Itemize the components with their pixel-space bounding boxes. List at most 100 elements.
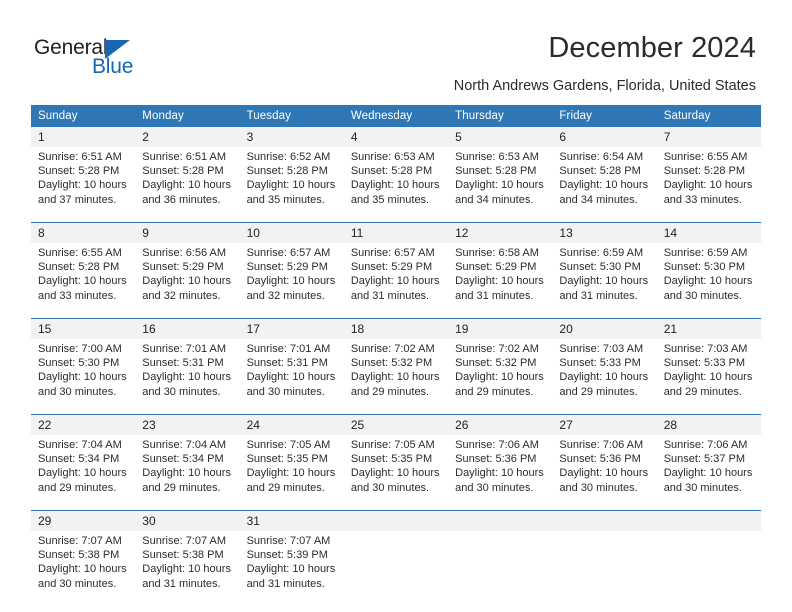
sunset-text: Sunset: 5:29 PM [142, 261, 224, 274]
weekday-header-saturday: Saturday [656, 105, 761, 127]
day-number[interactable]: 24 [239, 414, 344, 435]
sunrise-text: Sunrise: 6:57 AM [246, 247, 331, 259]
day-cell[interactable]: Sunrise: 7:06 AM Sunset: 5:37 PM Dayligh… [656, 435, 761, 511]
day-number[interactable]: 14 [656, 222, 761, 243]
day-number[interactable]: 22 [31, 414, 136, 435]
page-title: December 2024 [548, 32, 756, 64]
day-number[interactable]: 2 [135, 127, 240, 147]
day-cell[interactable]: Sunrise: 6:51 AM Sunset: 5:28 PM Dayligh… [31, 147, 136, 223]
day-cell[interactable]: Sunrise: 6:57 AM Sunset: 5:29 PM Dayligh… [239, 243, 344, 319]
sunset-text: Sunset: 5:34 PM [142, 453, 224, 466]
week-date-row: 15 16 17 18 19 20 21 [31, 318, 761, 339]
sunset-text: Sunset: 5:30 PM [559, 261, 641, 274]
day-cell[interactable]: Sunrise: 7:00 AM Sunset: 5:30 PM Dayligh… [31, 339, 136, 415]
day-cell[interactable]: Sunrise: 6:53 AM Sunset: 5:28 PM Dayligh… [343, 147, 449, 223]
week-info-row: Sunrise: 6:51 AM Sunset: 5:28 PM Dayligh… [31, 147, 761, 223]
day-number[interactable]: 18 [343, 318, 449, 339]
weekday-header-monday: Monday [135, 105, 240, 127]
day-cell[interactable]: Sunrise: 6:52 AM Sunset: 5:28 PM Dayligh… [239, 147, 344, 223]
weekday-header-sunday: Sunday [31, 105, 136, 127]
sunrise-text: Sunrise: 6:55 AM [38, 247, 122, 259]
day-cell[interactable]: Sunrise: 7:03 AM Sunset: 5:33 PM Dayligh… [552, 339, 657, 415]
sunrise-text: Sunrise: 7:01 AM [142, 343, 227, 355]
day-number[interactable]: 13 [552, 222, 657, 243]
day-number[interactable]: 16 [135, 318, 240, 339]
day-number[interactable]: 17 [239, 318, 344, 339]
day-number[interactable]: 4 [343, 127, 449, 147]
day-cell[interactable]: Sunrise: 7:02 AM Sunset: 5:32 PM Dayligh… [448, 339, 553, 415]
day-cell[interactable]: Sunrise: 6:55 AM Sunset: 5:28 PM Dayligh… [31, 243, 136, 319]
sunset-text: Sunset: 5:31 PM [142, 357, 224, 370]
day-number[interactable]: 3 [239, 127, 344, 147]
day-number[interactable]: 29 [31, 510, 136, 531]
day-number[interactable]: 11 [343, 222, 449, 243]
daylight-text: Daylight: 10 hours [246, 179, 336, 192]
day-cell[interactable]: Sunrise: 7:06 AM Sunset: 5:36 PM Dayligh… [552, 435, 657, 511]
day-number[interactable]: 15 [31, 318, 136, 339]
sunset-text: Sunset: 5:37 PM [663, 453, 746, 466]
daylight-text: Daylight: 10 hours [455, 371, 544, 384]
day-number[interactable]: 7 [656, 127, 761, 147]
day-cell[interactable]: Sunrise: 6:55 AM Sunset: 5:28 PM Dayligh… [656, 147, 761, 223]
day-number[interactable]: 8 [31, 222, 136, 243]
sunset-text: Sunset: 5:35 PM [350, 453, 433, 466]
daylight-text-cont: and 31 minutes. [142, 577, 221, 590]
generalblue-logo[interactable]: General Blue [34, 36, 234, 84]
day-cell[interactable]: Sunrise: 7:02 AM Sunset: 5:32 PM Dayligh… [343, 339, 449, 415]
day-cell[interactable]: Sunrise: 7:01 AM Sunset: 5:31 PM Dayligh… [239, 339, 344, 415]
day-number[interactable]: 5 [448, 127, 553, 147]
daylight-text: Daylight: 10 hours [559, 467, 649, 480]
week-info-row: Sunrise: 7:07 AM Sunset: 5:38 PM Dayligh… [31, 531, 761, 606]
day-cell[interactable]: Sunrise: 7:03 AM Sunset: 5:33 PM Dayligh… [656, 339, 761, 415]
sunset-text: Sunset: 5:33 PM [663, 357, 746, 370]
day-cell[interactable]: Sunrise: 6:58 AM Sunset: 5:29 PM Dayligh… [448, 243, 553, 319]
day-cell[interactable]: Sunrise: 7:05 AM Sunset: 5:35 PM Dayligh… [239, 435, 344, 511]
daylight-text: Daylight: 10 hours [38, 371, 127, 384]
day-cell[interactable]: Sunrise: 7:04 AM Sunset: 5:34 PM Dayligh… [31, 435, 136, 511]
day-number[interactable]: 26 [448, 414, 553, 435]
day-number[interactable]: 27 [552, 414, 657, 435]
sunrise-text: Sunrise: 7:06 AM [455, 439, 539, 451]
day-cell[interactable]: Sunrise: 7:01 AM Sunset: 5:31 PM Dayligh… [135, 339, 240, 415]
day-number[interactable]: 1 [31, 127, 136, 147]
day-cell[interactable]: Sunrise: 7:04 AM Sunset: 5:34 PM Dayligh… [135, 435, 240, 511]
day-number[interactable]: 19 [448, 318, 553, 339]
daylight-text-cont: and 32 minutes. [142, 289, 221, 302]
day-number[interactable]: 12 [448, 222, 553, 243]
day-cell[interactable]: Sunrise: 6:59 AM Sunset: 5:30 PM Dayligh… [656, 243, 761, 319]
daylight-text: Daylight: 10 hours [246, 563, 336, 576]
day-number[interactable]: 30 [135, 510, 240, 531]
day-number[interactable]: 10 [239, 222, 344, 243]
daylight-text: Daylight: 10 hours [559, 371, 649, 384]
daylight-text-cont: and 31 minutes. [246, 577, 325, 590]
day-number[interactable]: 31 [239, 510, 344, 531]
day-number[interactable]: 9 [135, 222, 240, 243]
day-cell[interactable]: Sunrise: 6:56 AM Sunset: 5:29 PM Dayligh… [135, 243, 240, 319]
day-number[interactable]: 23 [135, 414, 240, 435]
day-number[interactable]: 6 [552, 127, 657, 147]
daylight-text-cont: and 34 minutes. [559, 193, 638, 206]
day-cell[interactable]: Sunrise: 6:54 AM Sunset: 5:28 PM Dayligh… [552, 147, 657, 223]
sunrise-text: Sunrise: 7:02 AM [455, 343, 539, 355]
day-cell[interactable]: Sunrise: 7:07 AM Sunset: 5:38 PM Dayligh… [31, 531, 136, 606]
day-cell[interactable]: Sunrise: 7:05 AM Sunset: 5:35 PM Dayligh… [343, 435, 449, 511]
weekday-header-thursday: Thursday [448, 105, 553, 127]
day-cell[interactable]: Sunrise: 7:06 AM Sunset: 5:36 PM Dayligh… [448, 435, 553, 511]
day-cell[interactable]: Sunrise: 6:57 AM Sunset: 5:29 PM Dayligh… [343, 243, 449, 319]
daylight-text: Daylight: 10 hours [350, 275, 440, 288]
day-cell-empty [656, 531, 761, 606]
daylight-text: Daylight: 10 hours [455, 179, 544, 192]
day-cell[interactable]: Sunrise: 6:53 AM Sunset: 5:28 PM Dayligh… [448, 147, 553, 223]
daylight-text: Daylight: 10 hours [559, 275, 649, 288]
daylight-text: Daylight: 10 hours [38, 467, 127, 480]
day-cell[interactable]: Sunrise: 7:07 AM Sunset: 5:38 PM Dayligh… [135, 531, 240, 606]
day-cell[interactable]: Sunrise: 6:51 AM Sunset: 5:28 PM Dayligh… [135, 147, 240, 223]
day-cell[interactable]: Sunrise: 7:07 AM Sunset: 5:39 PM Dayligh… [239, 531, 344, 606]
day-number[interactable]: 25 [343, 414, 449, 435]
day-number[interactable]: 20 [552, 318, 657, 339]
day-number[interactable]: 21 [656, 318, 761, 339]
sunset-text: Sunset: 5:28 PM [38, 261, 120, 274]
sunrise-text: Sunrise: 7:07 AM [142, 535, 227, 547]
day-number[interactable]: 28 [656, 414, 761, 435]
day-cell[interactable]: Sunrise: 6:59 AM Sunset: 5:30 PM Dayligh… [552, 243, 657, 319]
